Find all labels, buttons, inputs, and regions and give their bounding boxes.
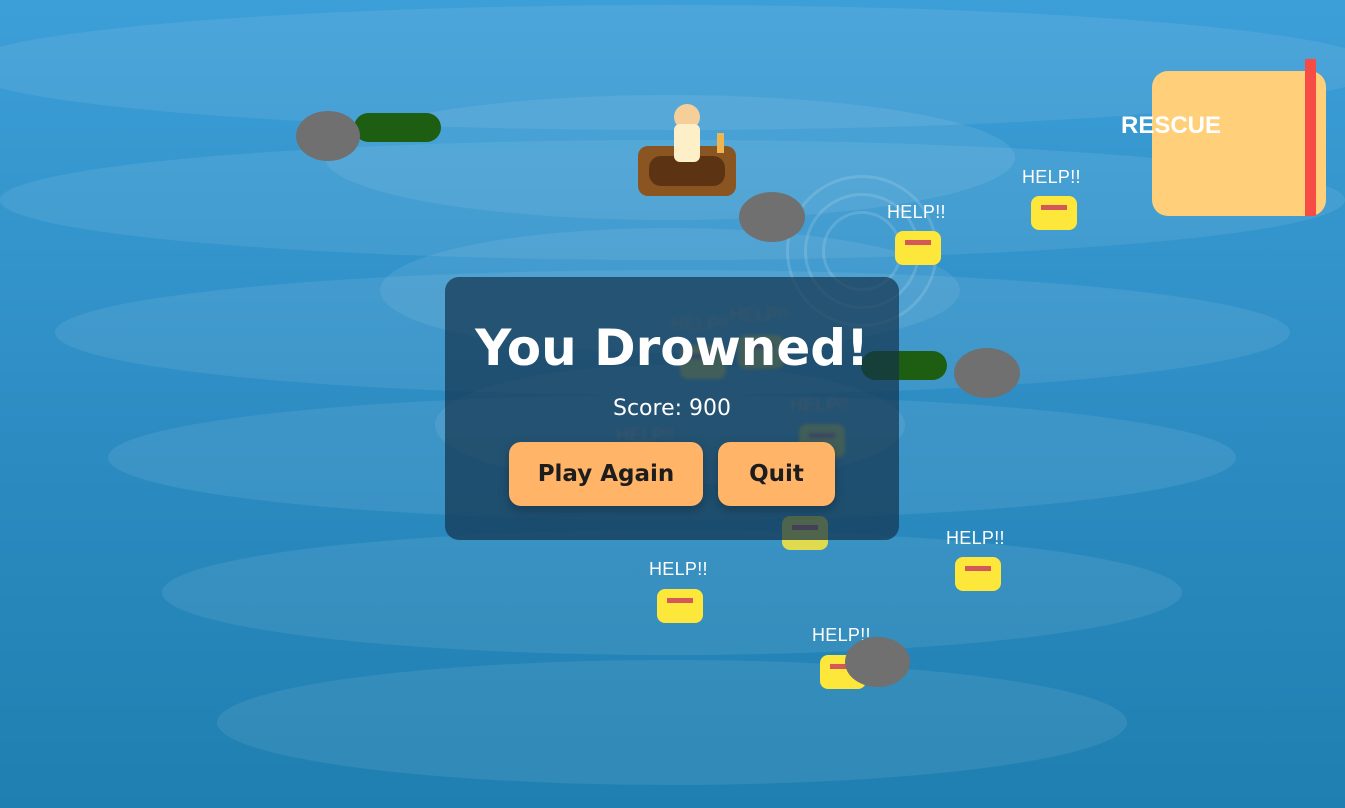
rock [739,192,805,242]
water-ripple [217,660,1127,785]
help-label: HELP!! [1022,167,1081,187]
quit-button[interactable]: Quit [718,442,835,506]
help-label: HELP!! [649,559,708,579]
rescue-zone [1152,71,1326,216]
player-body [674,124,700,162]
rescue-label: RESCUE [1121,112,1222,139]
survivor [1031,196,1077,230]
life-ring-band [965,566,991,571]
life-ring-band [1041,205,1067,210]
game-over-title: You Drowned! [475,319,869,377]
survivor [657,589,703,623]
play-again-button[interactable]: Play Again [509,442,703,506]
help-label: HELP!! [946,528,1005,548]
score-text: Score: 900 [612,396,731,421]
floating-log [354,113,441,142]
rock [845,637,910,687]
rock [296,111,360,161]
oar [717,133,724,153]
rock [954,348,1020,398]
help-label: HELP!! [887,202,946,222]
survivor [955,557,1001,591]
rescue-flag [1305,59,1316,216]
survivor [895,231,941,265]
life-ring-band [667,598,693,603]
life-ring-band [905,240,931,245]
